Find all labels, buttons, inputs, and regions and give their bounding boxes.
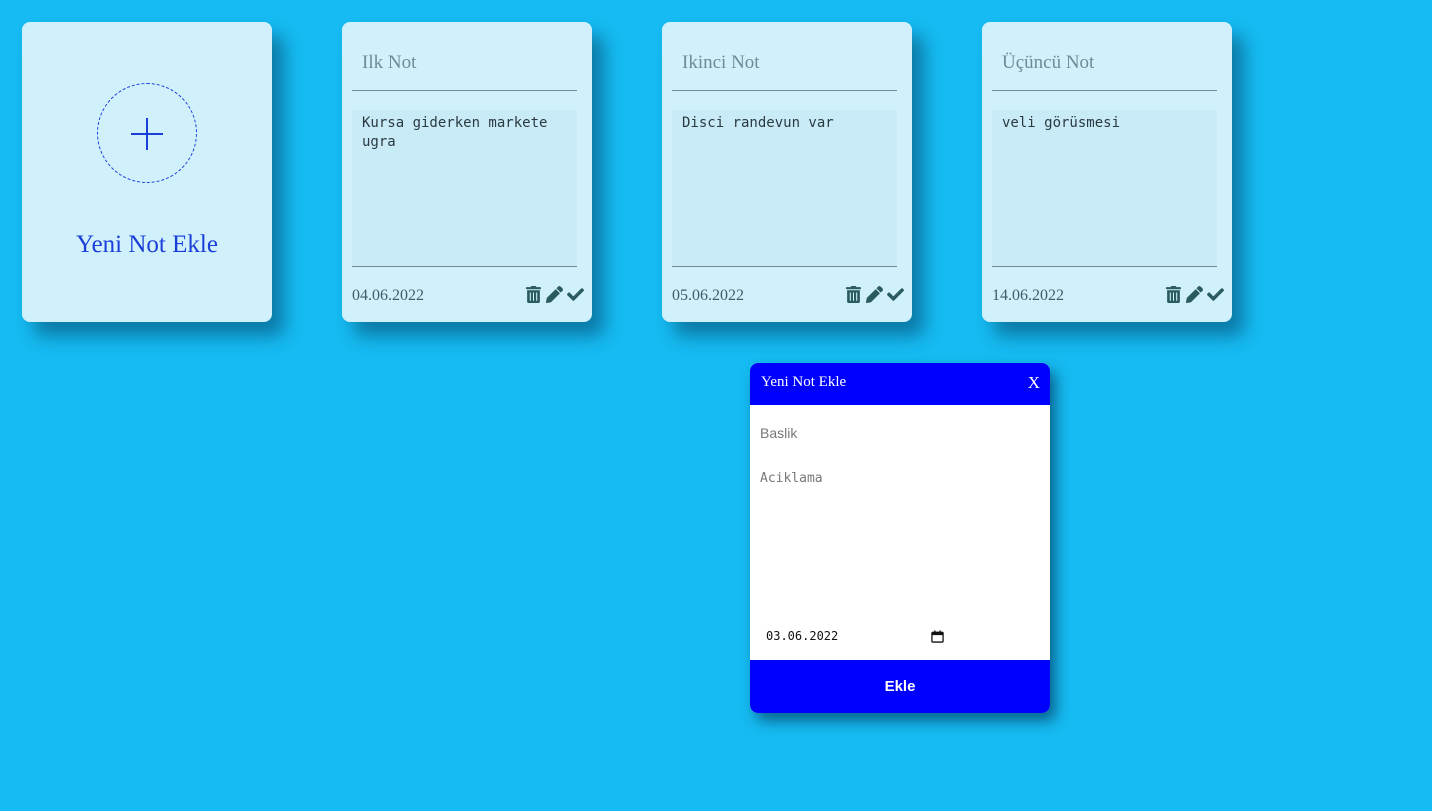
calendar-icon[interactable] [931,629,944,643]
note-date: 14.06.2022 [992,287,1064,304]
date-value: 03.06.2022 [766,629,839,643]
note-card: Ikinci Not Disci randevun var 05.06.2022 [662,22,912,322]
check-icon[interactable] [887,286,904,303]
note-title: Üçüncü Not [1002,52,1095,73]
check-icon[interactable] [567,286,584,303]
note-date: 05.06.2022 [672,287,744,304]
close-button[interactable]: X [1028,373,1040,393]
note-body: Kursa giderken markete ugra [352,110,577,266]
divider [672,90,897,91]
add-note-card[interactable]: Yeni Not Ekle [22,22,272,322]
divider [672,266,897,267]
divider [352,90,577,91]
submit-button[interactable]: Ekle [750,660,1050,713]
date-input[interactable]: 03.06.2022 [760,625,950,647]
note-actions [525,286,584,303]
divider [352,266,577,267]
title-input[interactable] [760,423,1040,443]
check-icon[interactable] [1207,286,1224,303]
note-body: veli görüsmesi [992,110,1217,266]
note-actions [845,286,904,303]
note-date: 04.06.2022 [352,287,424,304]
trash-icon[interactable] [1165,286,1182,303]
modal-header: Yeni Not Ekle X [750,363,1050,405]
note-title: Ikinci Not [682,52,760,73]
pencil-icon[interactable] [546,286,563,303]
modal-title: Yeni Not Ekle [761,374,847,390]
trash-icon[interactable] [845,286,862,303]
trash-icon[interactable] [525,286,542,303]
add-note-modal: Yeni Not Ekle X 03.06.2022 Ekle [750,363,1050,713]
note-title: Ilk Not [362,52,417,73]
add-note-label: Yeni Not Ekle [76,231,218,258]
divider [992,266,1217,267]
note-card: Ilk Not Kursa giderken markete ugra 04.0… [342,22,592,322]
pencil-icon[interactable] [1186,286,1203,303]
note-actions [1165,286,1224,303]
description-textarea[interactable] [760,471,1040,601]
pencil-icon[interactable] [866,286,883,303]
note-body: Disci randevun var [672,110,897,266]
note-card: Üçüncü Not veli görüsmesi 14.06.2022 [982,22,1232,322]
plus-icon[interactable] [97,83,197,183]
divider [992,90,1217,91]
